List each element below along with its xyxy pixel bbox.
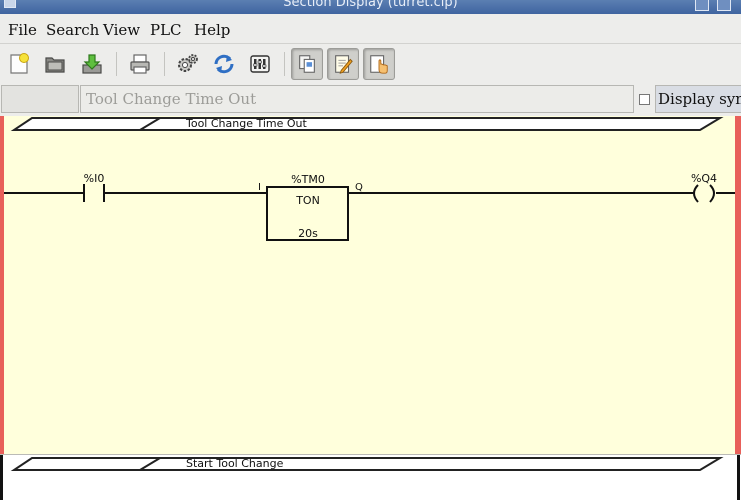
timer-preset: 20s	[298, 227, 318, 240]
menu-help[interactable]: Help	[194, 21, 230, 39]
toolbar-separator	[284, 52, 285, 76]
display-symbols-checkbox[interactable]	[639, 94, 650, 105]
config-gear-icon[interactable]	[172, 48, 204, 80]
menu-search[interactable]: Search	[46, 21, 99, 39]
timer-input-label: I	[258, 182, 261, 193]
section-name-field[interactable]	[1, 85, 79, 113]
left-power-rail	[0, 116, 4, 454]
coil-label: %Q4	[691, 172, 717, 185]
select-pointer-icon[interactable]	[363, 48, 395, 80]
open-file-icon[interactable]	[39, 48, 71, 80]
menu-plc[interactable]: PLC	[150, 21, 182, 39]
right-power-rail	[737, 455, 740, 500]
window-titlebar[interactable]: Section Display (turret.clp)	[0, 0, 741, 14]
io-variables-icon[interactable]	[244, 48, 276, 80]
rung-comment-input[interactable]	[80, 85, 634, 113]
display-symbols-label[interactable]: Display symbols	[655, 85, 741, 113]
rung-background-selected	[0, 116, 741, 454]
refresh-icon[interactable]	[208, 48, 240, 80]
minimize-icon[interactable]	[695, 0, 709, 11]
rung-comment-text: Tool Change Time Out	[185, 117, 308, 130]
menu-bar: File Search View PLC Help	[0, 14, 741, 44]
toolbar	[0, 44, 741, 84]
ladder-canvas[interactable]: Tool Change Time Out %I0 %TM0 I Q TON 20…	[0, 116, 741, 500]
toolbar-separator	[164, 52, 165, 76]
print-icon[interactable]	[124, 48, 156, 80]
window-title: Section Display (turret.clp)	[283, 0, 458, 10]
rung-comment-banner[interactable]: Start Tool Change	[10, 457, 724, 471]
rung-separator	[0, 454, 741, 455]
toolbar-separator	[116, 52, 117, 76]
right-power-rail	[735, 116, 741, 454]
menu-file[interactable]: File	[8, 21, 37, 39]
timer-type: TON	[295, 194, 320, 207]
save-download-icon[interactable]	[76, 48, 108, 80]
rung-comment-text: Start Tool Change	[186, 457, 284, 470]
section-field-bar: Display symbols	[0, 84, 741, 116]
rung-comment-banner[interactable]: Tool Change Time Out	[10, 117, 724, 131]
contact-label: %I0	[84, 172, 105, 185]
left-power-rail	[0, 455, 3, 500]
new-section-icon[interactable]	[3, 48, 35, 80]
timer-name: %TM0	[291, 173, 325, 186]
maximize-icon[interactable]	[717, 0, 731, 11]
menu-view[interactable]: View	[103, 21, 140, 39]
timer-output-label: Q	[355, 182, 363, 193]
edit-section-icon[interactable]	[327, 48, 359, 80]
copy-sections-icon[interactable]	[291, 48, 323, 80]
